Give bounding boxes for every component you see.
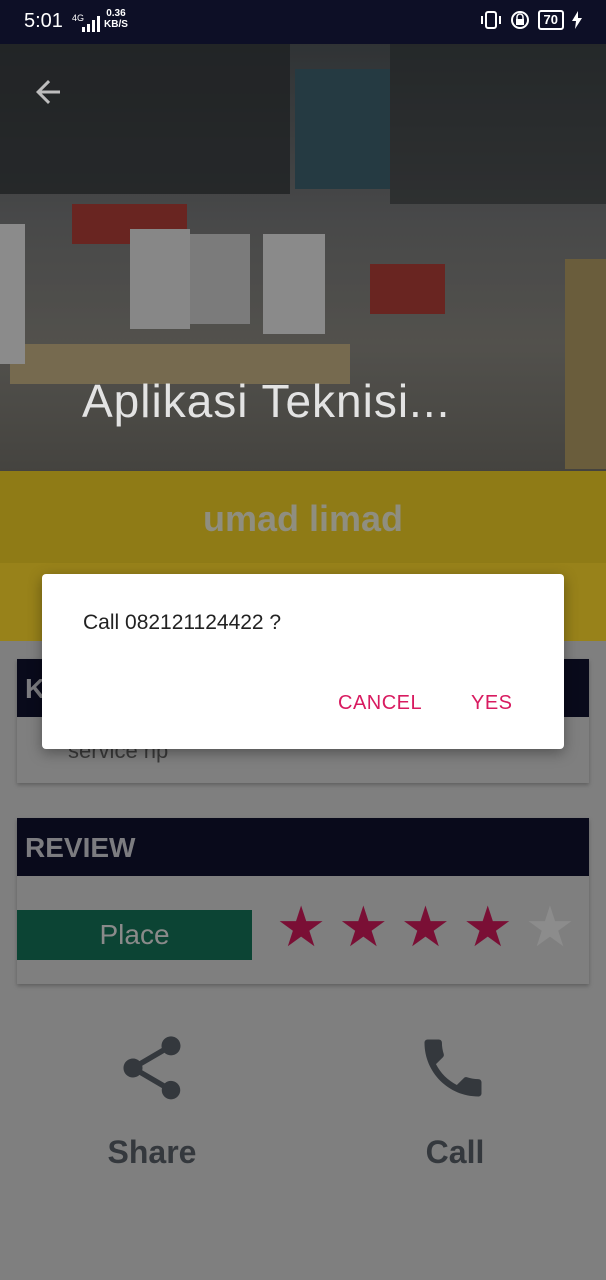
star-filled-icon[interactable]: ★ bbox=[400, 897, 450, 957]
dialog-message: Call 082121124422 ? bbox=[83, 611, 282, 634]
vibrate-icon bbox=[480, 11, 501, 29]
signal-icon bbox=[82, 16, 100, 32]
speed-unit: KB/S bbox=[104, 19, 128, 30]
cancel-button[interactable]: CANCEL bbox=[338, 692, 422, 715]
status-time: 5:01 bbox=[24, 10, 63, 32]
technician-name: umad limad bbox=[202, 498, 404, 539]
review-heading: REVIEW bbox=[17, 818, 589, 876]
header-image: Aplikasi Teknisi... bbox=[0, 44, 606, 471]
star-filled-icon[interactable]: ★ bbox=[338, 897, 388, 957]
share-icon[interactable] bbox=[114, 1030, 190, 1106]
speed-value: 0.36 bbox=[106, 8, 126, 19]
yes-button[interactable]: YES bbox=[471, 692, 513, 715]
call-confirm-dialog: Call 082121124422 ? CANCEL YES bbox=[42, 574, 564, 749]
call-label[interactable]: Call bbox=[395, 1134, 515, 1171]
share-label[interactable]: Share bbox=[92, 1134, 212, 1171]
lock-rotation-icon bbox=[510, 11, 529, 29]
header-title: Aplikasi Teknisi... bbox=[82, 375, 451, 427]
status-bar: 5:01 4G 0.36 KB/S 70 bbox=[0, 0, 606, 44]
star-empty-icon[interactable]: ★ bbox=[525, 897, 575, 957]
place-label: Place bbox=[17, 910, 252, 960]
star-filled-icon[interactable]: ★ bbox=[276, 897, 326, 957]
back-arrow-icon[interactable] bbox=[30, 74, 66, 110]
network-speed: 0.36 KB/S bbox=[104, 8, 128, 30]
status-right: 70 bbox=[480, 10, 582, 30]
phone-icon[interactable] bbox=[415, 1030, 491, 1106]
battery-level: 70 bbox=[537, 10, 564, 30]
rating-stars[interactable]: ★ ★ ★ ★ ★ bbox=[276, 897, 575, 957]
star-filled-icon[interactable]: ★ bbox=[463, 897, 513, 957]
charging-icon bbox=[572, 11, 582, 29]
